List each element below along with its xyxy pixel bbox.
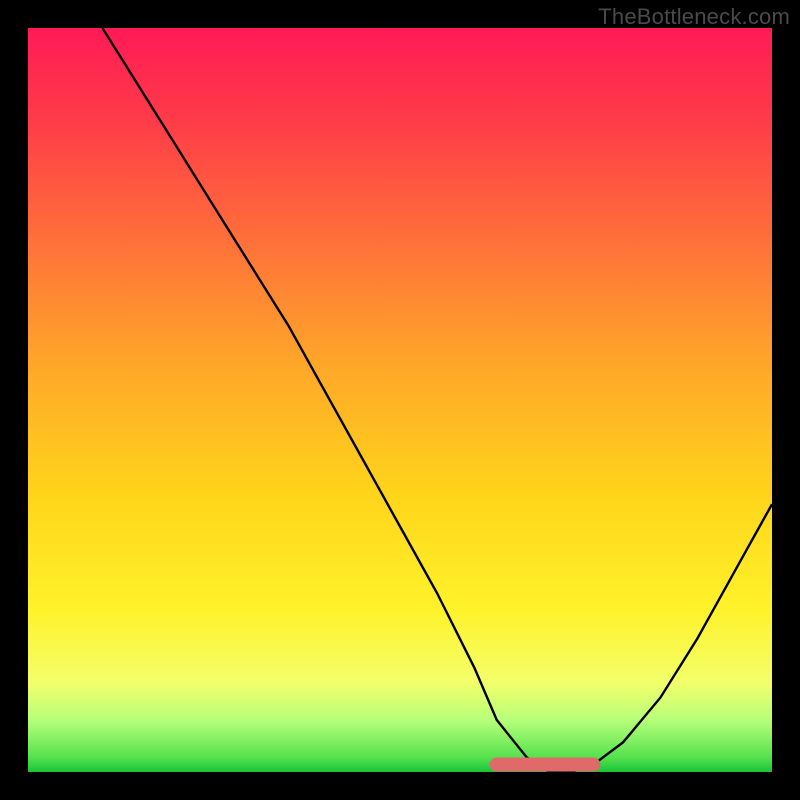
plot-area — [28, 28, 772, 772]
chart-stage: TheBottleneck.com — [0, 0, 800, 800]
watermark-text: TheBottleneck.com — [598, 4, 790, 30]
chart-svg — [28, 28, 772, 772]
bottleneck-curve — [102, 28, 772, 772]
